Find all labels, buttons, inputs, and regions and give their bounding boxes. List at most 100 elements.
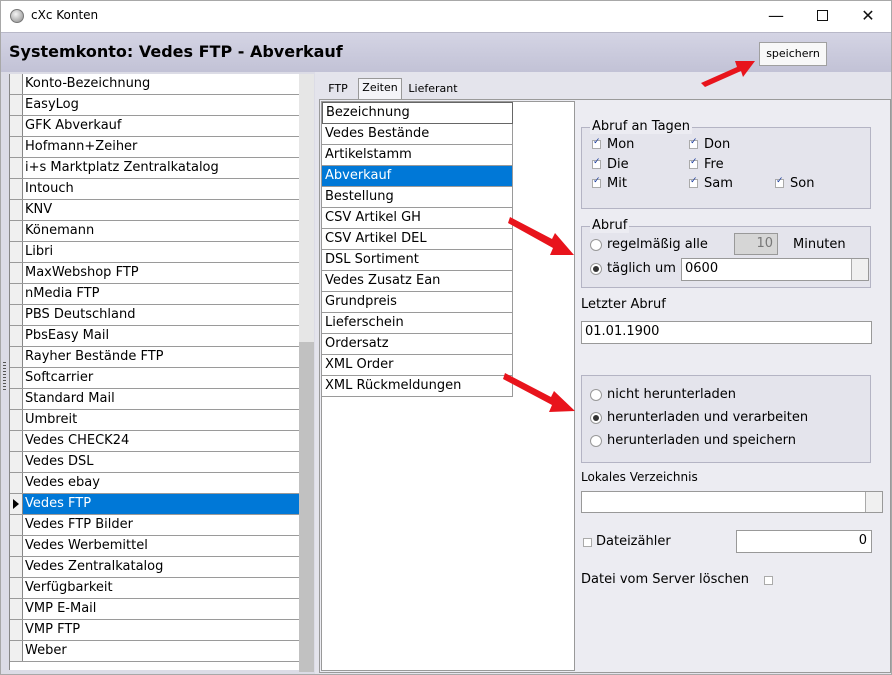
file-counter-checkbox[interactable] [583,538,592,547]
account-row[interactable]: Hofmann+Zeiher [10,137,300,158]
last-fetch-input[interactable]: 01.01.1900 [581,321,872,344]
splitter-grip[interactable] [3,362,6,392]
maximize-button[interactable] [799,1,845,32]
job-row[interactable]: Artikelstamm [322,145,513,166]
account-row-label: nMedia FTP [25,286,100,301]
account-row[interactable]: i+s Marktplatz Zentralkatalog [10,158,300,179]
checkbox-sam[interactable] [689,176,698,188]
account-row-label: Vedes ebay [25,475,100,490]
account-row[interactable]: Vedes Zentralkatalog [10,557,300,578]
job-row[interactable]: XML Rückmeldungen [322,376,513,397]
checkbox-fre[interactable] [689,157,698,169]
job-row[interactable]: Vedes Zusatz Ean [322,271,513,292]
account-row[interactable]: PBS Deutschland [10,305,300,326]
job-row[interactable]: Lieferschein [322,313,513,334]
account-row[interactable]: PbsEasy Mail [10,326,300,347]
radio-download-process[interactable] [590,412,602,424]
account-row-label: Vedes DSL [25,454,94,469]
account-row-label: i+s Marktplatz Zentralkatalog [25,160,219,175]
account-row[interactable]: Weber [10,641,300,662]
job-row[interactable]: Vedes Bestände [322,124,513,145]
job-row-label: DSL Sortiment [325,252,419,267]
account-row[interactable]: Vedes ebay [10,473,300,494]
checkbox-son[interactable] [775,176,784,188]
job-row[interactable]: Ordersatz [322,334,513,355]
account-row[interactable]: Vedes DSL [10,452,300,473]
account-row[interactable]: Vedes FTP [10,494,300,515]
account-row-label: VMP E-Mail [25,601,97,616]
job-row-label: Abverkauf [325,168,392,183]
account-row[interactable]: Standard Mail [10,389,300,410]
minimize-button[interactable]: — [753,1,799,32]
job-row[interactable]: XML Order [322,355,513,376]
job-row-label: Lieferschein [325,315,404,330]
scrollbar-thumb[interactable] [299,342,314,672]
account-row[interactable]: Könemann [10,221,300,242]
radio-no-download[interactable] [590,389,602,401]
account-row[interactable]: Rayher Bestände FTP [10,347,300,368]
account-row-label: PBS Deutschland [25,307,136,322]
account-row-label: Vedes Werbemittel [25,538,148,553]
account-row[interactable]: Vedes Werbemittel [10,536,300,557]
radio-daily-label: täglich um [607,261,676,276]
checkbox-die[interactable] [592,157,601,169]
job-row[interactable]: DSL Sortiment [322,250,513,271]
interval-input[interactable]: 10 [734,233,778,255]
radio-daily[interactable] [590,263,602,275]
job-row-label: CSV Artikel GH [325,210,421,225]
account-row[interactable]: Intouch [10,179,300,200]
tab-zeiten[interactable]: Zeiten [358,78,402,100]
checkbox-mon[interactable] [592,137,601,149]
account-row[interactable]: VMP FTP [10,620,300,641]
current-row-arrow-icon [13,499,19,509]
account-row-label: MaxWebshop FTP [25,265,139,280]
radio-download-save[interactable] [590,435,602,447]
local-dir-label: Lokales Verzeichnis [581,470,698,484]
account-row-label: KNV [25,202,53,217]
account-row[interactable]: Vedes CHECK24 [10,431,300,452]
time-input[interactable]: 0600 [681,258,869,281]
job-row[interactable]: Bestellung [322,187,513,208]
account-row[interactable]: Vedes FTP Bilder [10,515,300,536]
delete-from-server-checkbox[interactable] [764,576,773,585]
page-title: Systemkonto: Vedes FTP - Abverkauf [9,42,343,61]
local-dir-input[interactable] [581,491,883,513]
account-row[interactable]: KNV [10,200,300,221]
account-row-label: Verfügbarkeit [25,580,113,595]
account-row[interactable]: nMedia FTP [10,284,300,305]
job-row[interactable]: Grundpreis [322,292,513,313]
account-row[interactable]: Verfügbarkeit [10,578,300,599]
tab-ftp[interactable]: FTP [321,80,355,99]
checkbox-don[interactable] [689,137,698,149]
job-row[interactable]: Abverkauf [322,166,513,187]
radio-download-save-label: herunterladen und speichern [607,433,796,448]
account-row[interactable]: GFK Abverkauf [10,116,300,137]
job-row-label: Vedes Zusatz Ean [325,273,441,288]
job-row[interactable]: CSV Artikel GH [322,208,513,229]
job-row[interactable]: CSV Artikel DEL [322,229,513,250]
account-row-label: Softcarrier [25,370,94,385]
column-header-label: Bezeichnung [326,105,410,120]
job-row-label: CSV Artikel DEL [325,231,427,246]
local-dir-browse[interactable] [865,492,882,512]
radio-regular[interactable] [590,239,602,251]
account-row[interactable]: VMP E-Mail [10,599,300,620]
window-title: cXc Konten [31,8,99,22]
account-row[interactable]: EasyLog [10,95,300,116]
annotation-arrow-icon [701,61,755,87]
job-list-header[interactable]: Bezeichnung [322,102,513,124]
account-row[interactable]: Softcarrier [10,368,300,389]
app-icon [10,9,24,23]
delete-from-server-label: Datei vom Server löschen [581,572,749,587]
account-row[interactable]: Libri [10,242,300,263]
file-counter-input[interactable]: 0 [736,530,872,553]
account-row[interactable]: MaxWebshop FTP [10,263,300,284]
time-spinner[interactable] [851,259,868,280]
account-row[interactable]: Umbreit [10,410,300,431]
save-button[interactable]: speichern [759,42,827,66]
close-button[interactable]: ✕ [845,1,891,32]
account-list-scrollbar[interactable] [299,74,314,672]
tab-lieferant[interactable]: Lieferant [407,80,459,99]
checkbox-mit[interactable] [592,176,601,188]
account-list-header[interactable]: Konto-Bezeichnung [10,74,300,95]
